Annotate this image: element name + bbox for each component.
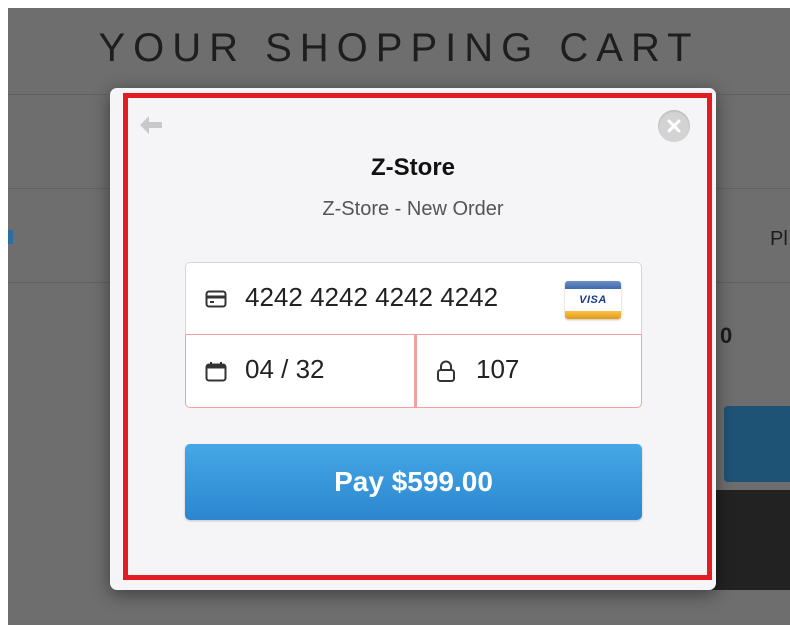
cart-page-title: YOUR SHOPPING CART (98, 26, 700, 70)
cart-price: 0 (720, 323, 733, 348)
cart-footer-bar (706, 490, 790, 590)
expiry-value: 04 / 32 (245, 354, 325, 384)
cvc-value: 107 (476, 354, 520, 384)
store-name: Z-Store (371, 154, 455, 181)
credit-card-icon (205, 290, 227, 313)
cart-checkout-button (724, 406, 790, 482)
calendar-icon (205, 361, 227, 387)
back-arrow-icon[interactable] (138, 113, 164, 137)
order-description: Z-Store - New Order (322, 198, 504, 220)
card-number-field[interactable]: 4242 4242 4242 4242 VISA (185, 262, 642, 334)
visa-logo: VISA (565, 281, 621, 319)
lock-icon (436, 360, 456, 387)
close-icon[interactable] (658, 110, 690, 142)
card-number-value: 4242 4242 4242 4242 (245, 282, 499, 312)
expiry-field[interactable]: 04 / 32 (185, 334, 415, 408)
cvc-field[interactable]: 107 (415, 334, 642, 408)
card-form: 4242 4242 4242 4242 VISA 04 / 32 107 (185, 262, 642, 408)
cart-column-header: Pl (770, 228, 788, 250)
pay-button[interactable]: Pay $599.00 (185, 444, 642, 520)
cart-accent-marker (8, 230, 13, 244)
card-brand-label: VISA (565, 289, 621, 311)
